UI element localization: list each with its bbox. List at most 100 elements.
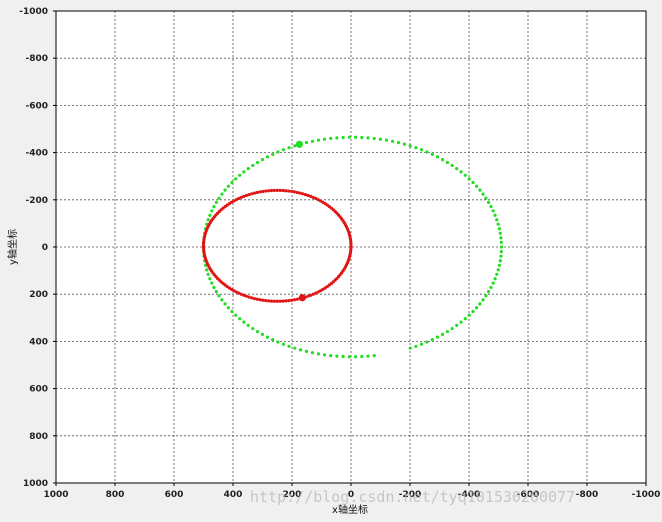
data-point	[495, 272, 499, 276]
data-point	[255, 329, 260, 334]
data-point	[290, 189, 294, 194]
series-1-position-marker	[298, 294, 306, 302]
data-point	[335, 354, 339, 358]
data-point	[316, 352, 321, 356]
data-point	[287, 344, 291, 348]
data-point	[499, 236, 503, 240]
data-point	[206, 272, 210, 276]
data-point	[486, 200, 491, 204]
orbit-scatter-chart: 1000 800 600 400 200 0 -200 -400 -600 -800 -1000 -1…	[0, 0, 662, 518]
data-point	[201, 242, 206, 246]
data-point	[272, 188, 276, 193]
data-point	[425, 340, 429, 344]
data-point	[471, 180, 475, 185]
data-point	[295, 297, 299, 301]
data-point	[335, 136, 339, 140]
data-point	[281, 148, 286, 152]
data-point	[378, 137, 382, 141]
data-point	[430, 338, 434, 342]
data-point	[478, 188, 482, 192]
data-point	[366, 136, 370, 140]
data-point	[251, 163, 255, 168]
data-point	[266, 189, 271, 193]
data-point	[445, 160, 450, 165]
x-tick-label: 600	[165, 490, 184, 500]
data-point	[212, 285, 216, 289]
data-point	[497, 227, 501, 231]
data-point	[247, 295, 251, 299]
data-point	[252, 296, 257, 301]
data-point	[230, 180, 234, 185]
data-point	[396, 141, 401, 145]
data-point	[271, 152, 275, 156]
data-point	[419, 148, 424, 152]
data-point	[347, 355, 351, 359]
data-point	[242, 320, 246, 324]
data-point	[255, 297, 259, 301]
y-tick-label: -800	[25, 54, 48, 64]
y-tick-label: -600	[25, 101, 48, 111]
data-point	[265, 335, 270, 339]
data-point	[440, 332, 445, 337]
data-point	[260, 157, 265, 162]
data-point	[226, 306, 230, 310]
data-point	[467, 313, 471, 317]
data-point	[445, 329, 450, 334]
data-point	[230, 309, 234, 314]
data-point	[474, 306, 479, 310]
data-point	[287, 189, 291, 193]
data-point	[463, 317, 467, 321]
data-point	[220, 298, 224, 302]
data-point	[269, 188, 274, 193]
data-point	[372, 353, 376, 358]
data-point	[214, 290, 218, 294]
data-point	[251, 326, 255, 331]
data-point	[284, 189, 288, 193]
data-point	[491, 281, 495, 285]
data-point	[484, 294, 488, 298]
data-point	[278, 299, 282, 303]
data-point	[322, 137, 327, 141]
data-point	[276, 340, 280, 344]
data-point	[341, 354, 345, 359]
data-point	[242, 170, 246, 174]
x-tick-label: 1000	[43, 490, 68, 500]
data-point	[440, 157, 445, 162]
data-point	[234, 177, 238, 181]
data-point	[210, 281, 214, 285]
data-point	[206, 218, 210, 222]
data-point	[425, 150, 429, 154]
data-point	[402, 142, 407, 146]
data-point	[217, 294, 221, 298]
data-point	[258, 190, 262, 194]
data-point	[493, 277, 497, 281]
data-point	[303, 192, 308, 197]
data-point	[353, 135, 358, 139]
x-tick-label: 800	[106, 490, 125, 500]
data-point	[281, 299, 285, 303]
data-point	[293, 346, 297, 350]
data-point	[250, 192, 254, 196]
data-point	[496, 222, 500, 226]
data-point	[301, 192, 305, 196]
data-point	[281, 342, 286, 346]
data-point	[493, 213, 497, 217]
data-point	[226, 184, 230, 188]
data-point	[252, 191, 257, 195]
data-point	[258, 298, 262, 302]
data-point	[238, 173, 242, 177]
data-point	[497, 263, 501, 267]
data-point	[205, 268, 209, 272]
data-point	[275, 299, 279, 303]
data-point	[450, 326, 454, 331]
data-point	[347, 135, 351, 139]
y-tick-label: 200	[29, 290, 48, 300]
data-point	[260, 332, 265, 337]
data-point	[208, 277, 212, 281]
data-point	[266, 299, 271, 303]
data-point	[450, 163, 454, 168]
data-point	[390, 139, 395, 143]
data-point	[223, 302, 227, 306]
watermark-text: http://blog.csdn.net/tyq101530200077	[250, 488, 575, 506]
data-point	[360, 354, 364, 359]
